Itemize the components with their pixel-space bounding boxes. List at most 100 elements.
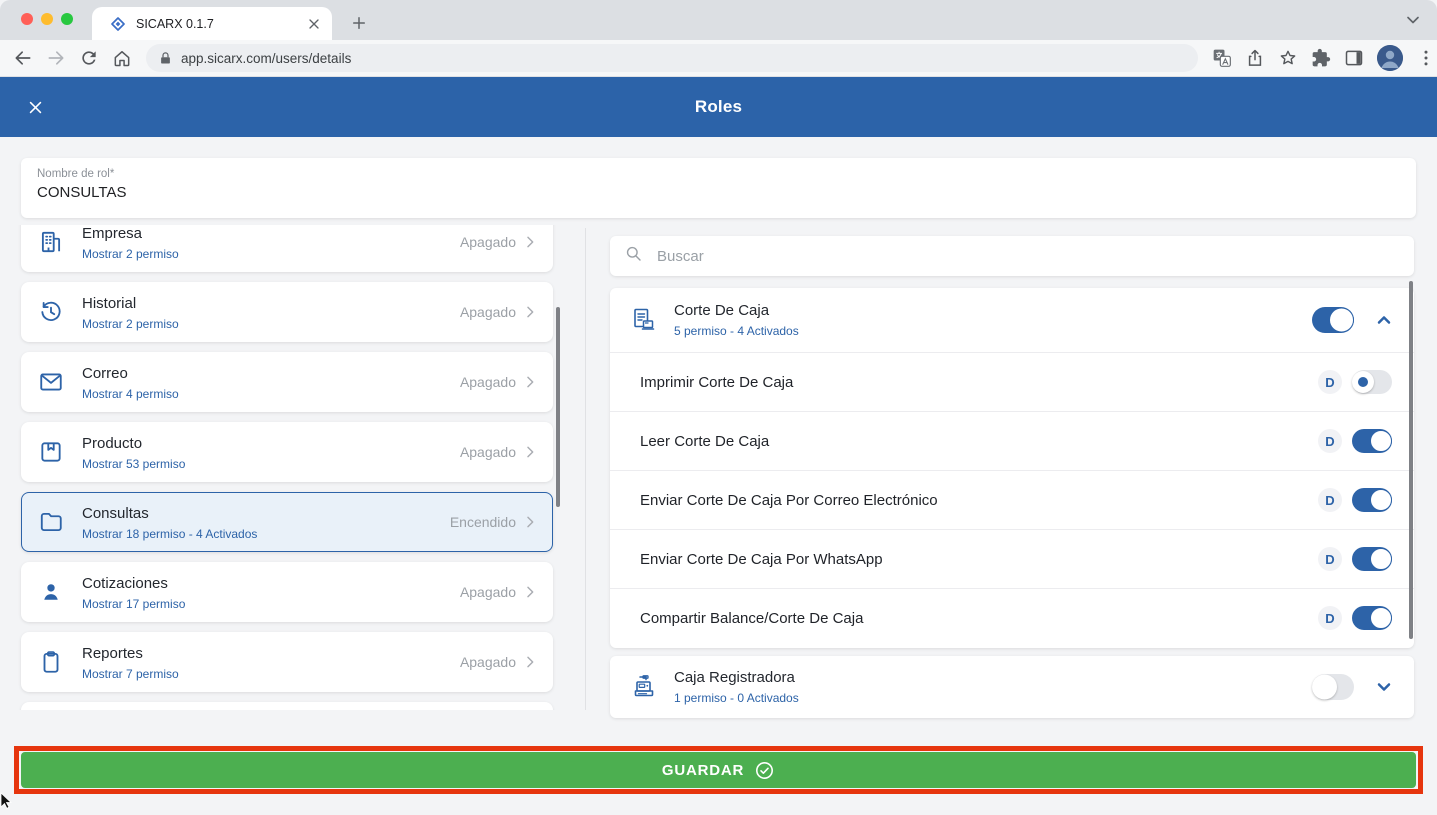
permission-toggle[interactable]: [1352, 429, 1392, 453]
mail-icon: [38, 369, 64, 395]
group-title: Caja Registradora: [674, 669, 1312, 686]
check-circle-icon: [754, 760, 775, 781]
search-input[interactable]: [655, 247, 1400, 266]
permission-toggle[interactable]: [1352, 606, 1392, 630]
permission-label: Compartir Balance/Corte De Caja: [640, 610, 1318, 627]
category-subtitle: Mostrar 53 permiso: [82, 457, 460, 471]
save-button[interactable]: GUARDAR: [21, 752, 1416, 788]
window-controls[interactable]: [21, 13, 73, 25]
category-item-consultas[interactable]: Consultas Mostrar 18 permiso - 4 Activad…: [21, 492, 553, 552]
permission-row: Compartir Balance/Corte De Caja D: [610, 588, 1414, 647]
detail-badge[interactable]: D: [1318, 429, 1342, 453]
left-scrollbar[interactable]: [556, 307, 560, 507]
dialog-title: Roles: [0, 97, 1437, 117]
chevron-right-icon: [522, 444, 538, 460]
search-icon: [624, 244, 643, 268]
menu-icon[interactable]: [1416, 48, 1436, 68]
tab-strip: SICARX 0.1.7: [0, 0, 1437, 40]
close-icon[interactable]: [27, 99, 44, 116]
group-toggle[interactable]: [1312, 307, 1354, 333]
chevron-down-icon[interactable]: [1374, 677, 1394, 697]
browser-tab[interactable]: SICARX 0.1.7: [92, 7, 332, 40]
category-status: Apagado: [460, 304, 516, 320]
search-bar[interactable]: [610, 236, 1414, 276]
chevron-right-icon: [522, 584, 538, 600]
group-subtitle: 5 permiso - 4 Activados: [674, 324, 1312, 338]
extensions-icon[interactable]: [1311, 48, 1331, 68]
category-title: Empresa: [82, 225, 460, 243]
chevron-right-icon: [522, 514, 538, 530]
category-status: Apagado: [460, 374, 516, 390]
category-title: Reportes: [82, 644, 460, 663]
chevron-right-icon: [522, 654, 538, 670]
permission-toggle[interactable]: [1352, 488, 1392, 512]
category-status: Apagado: [460, 584, 516, 600]
permission-toggle[interactable]: [1352, 547, 1392, 571]
permission-toggle[interactable]: [1352, 370, 1392, 394]
detail-badge[interactable]: D: [1318, 370, 1342, 394]
group-header[interactable]: Corte De Caja 5 permiso - 4 Activados: [610, 288, 1414, 352]
category-item-historial[interactable]: Historial Mostrar 2 permiso Apagado: [21, 282, 553, 342]
browser-window: SICARX 0.1.7 app.sicarx.com/users/detail…: [0, 0, 1437, 810]
detail-badge[interactable]: D: [1318, 547, 1342, 571]
detail-badge[interactable]: D: [1318, 488, 1342, 512]
category-title: Correo: [82, 364, 460, 383]
translate-icon[interactable]: [1212, 48, 1232, 68]
role-name-label: Nombre de rol*: [37, 168, 1400, 180]
url-text: app.sicarx.com/users/details: [181, 51, 351, 66]
package-icon: [38, 439, 64, 465]
category-item-partial[interactable]: [21, 702, 553, 710]
category-item-producto[interactable]: Producto Mostrar 53 permiso Apagado: [21, 422, 553, 482]
chevron-right-icon: [522, 374, 538, 390]
category-subtitle: Mostrar 2 permiso: [82, 247, 460, 261]
permission-row: Enviar Corte De Caja Por Correo Electrón…: [610, 470, 1414, 529]
share-icon[interactable]: [1245, 48, 1265, 68]
tab-close-icon[interactable]: [306, 16, 322, 32]
category-status: Apagado: [460, 654, 516, 670]
category-status: Apagado: [460, 234, 516, 250]
category-item-reportes[interactable]: Reportes Mostrar 7 permiso Apagado: [21, 632, 553, 692]
back-icon[interactable]: [13, 48, 33, 68]
category-item-correo[interactable]: Correo Mostrar 4 permiso Apagado: [21, 352, 553, 412]
maximize-window-button[interactable]: [61, 13, 73, 25]
role-name-card: Nombre de rol*: [21, 158, 1416, 218]
group-toggle[interactable]: [1312, 674, 1354, 700]
tab-overview-chevron-icon[interactable]: [1403, 10, 1423, 30]
building-icon: [38, 229, 64, 255]
chevron-right-icon: [522, 234, 538, 250]
dialog-header: Roles: [0, 77, 1437, 137]
forward-icon[interactable]: [46, 48, 66, 68]
reload-icon[interactable]: [79, 48, 99, 68]
category-subtitle: Mostrar 4 permiso: [82, 387, 460, 401]
category-subtitle: Mostrar 7 permiso: [82, 667, 460, 681]
category-title: Historial: [82, 294, 460, 313]
minimize-window-button[interactable]: [41, 13, 53, 25]
category-status: Apagado: [460, 444, 516, 460]
category-title: Producto: [82, 434, 460, 453]
right-scrollbar[interactable]: [1409, 281, 1413, 639]
browser-toolbar: app.sicarx.com/users/details: [0, 40, 1437, 77]
chevron-up-icon[interactable]: [1374, 310, 1394, 330]
mouse-cursor: [0, 792, 14, 810]
lock-icon: [158, 51, 173, 66]
role-name-input[interactable]: [37, 184, 637, 201]
person-icon: [38, 579, 64, 605]
history-icon: [38, 299, 64, 325]
permission-row: Leer Corte De Caja D: [610, 411, 1414, 470]
permission-row: Enviar Corte De Caja Por WhatsApp D: [610, 529, 1414, 588]
side-panel-icon[interactable]: [1344, 48, 1364, 68]
group-title: Corte De Caja: [674, 302, 1312, 319]
close-window-button[interactable]: [21, 13, 33, 25]
profile-avatar[interactable]: [1377, 45, 1403, 71]
detail-badge[interactable]: D: [1318, 606, 1342, 630]
group-header[interactable]: Caja Registradora 1 permiso - 0 Activado…: [610, 656, 1414, 718]
permission-label: Imprimir Corte De Caja: [640, 374, 1318, 391]
category-item-empresa[interactable]: Empresa Mostrar 2 permiso Apagado: [21, 225, 553, 272]
home-icon[interactable]: [112, 48, 132, 68]
url-bar[interactable]: app.sicarx.com/users/details: [146, 44, 1198, 72]
category-item-cotizaciones[interactable]: Cotizaciones Mostrar 17 permiso Apagado: [21, 562, 553, 622]
category-subtitle: Mostrar 17 permiso: [82, 597, 460, 611]
new-tab-button[interactable]: [346, 10, 372, 36]
star-icon[interactable]: [1278, 48, 1298, 68]
cash-register-icon: [630, 673, 658, 701]
